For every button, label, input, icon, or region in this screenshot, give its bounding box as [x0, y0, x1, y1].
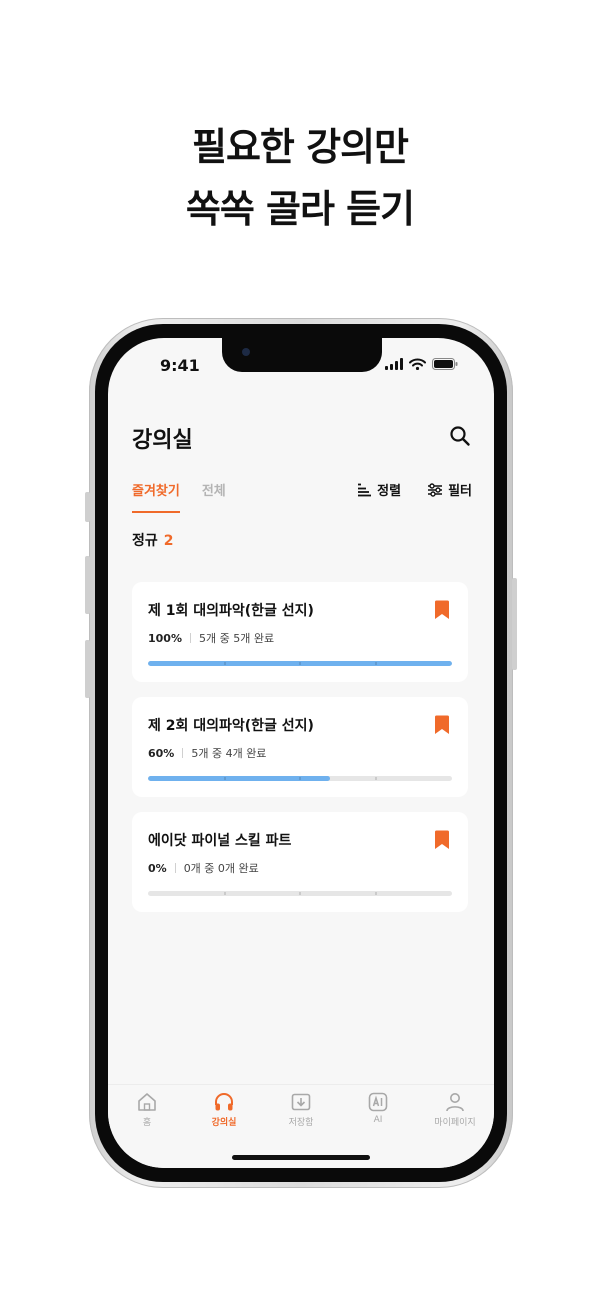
course-percent: 0% — [148, 861, 167, 875]
filter-button[interactable]: 필터 — [427, 480, 472, 499]
wifi-icon — [409, 358, 426, 370]
signal-icon — [385, 358, 403, 370]
progress-tick — [299, 662, 301, 665]
silent-switch — [85, 492, 90, 522]
course-title: 제 1회 대의파악(한글 선지) — [148, 603, 314, 619]
home-indicator — [232, 1155, 370, 1160]
meta-divider — [182, 748, 184, 758]
status-icons — [385, 358, 458, 370]
bookmark-icon[interactable] — [434, 715, 450, 735]
progress-tick — [299, 777, 301, 780]
bookmark-icon[interactable] — [434, 600, 450, 620]
search-icon[interactable] — [448, 424, 472, 448]
status-time: 9:41 — [160, 356, 200, 375]
filter-label: 필터 — [448, 484, 472, 499]
course-progress-track — [148, 776, 452, 781]
person-icon — [446, 1093, 464, 1112]
nav-saved-label: 저장함 — [288, 1118, 314, 1128]
nav-saved[interactable]: 저장함 — [266, 1091, 336, 1128]
promo-headline: 필요한 강의만 쏙쏙 골라 듣기 — [0, 116, 600, 240]
headphones-icon — [215, 1093, 233, 1111]
list-tools: 정렬 필터 — [357, 480, 472, 499]
nav-ai-label: AI — [373, 1115, 383, 1125]
tab-bar: 즐겨찾기 전체 — [132, 480, 226, 513]
sort-icon — [358, 483, 372, 496]
progress-tick — [375, 892, 377, 895]
meta-divider — [174, 863, 176, 873]
power-button — [512, 578, 517, 670]
progress-tick — [299, 892, 301, 895]
nav-home[interactable]: 홈 — [112, 1091, 182, 1128]
course-progress-fill — [148, 776, 331, 781]
course-card[interactable]: 에이닷 파이널 스킬 파트 0% 0개 중 0개 완료 — [132, 812, 468, 912]
headline-line-1: 필요한 강의만 — [192, 125, 409, 169]
course-title: 에이닷 파이널 스킬 파트 — [148, 833, 292, 849]
section-count: 2 — [163, 533, 174, 549]
course-meta: 100% 5개 중 5개 완료 — [148, 630, 274, 646]
progress-tick — [224, 777, 226, 780]
course-meta: 0% 0개 중 0개 완료 — [148, 860, 259, 876]
course-card[interactable]: 제 2회 대의파악(한글 선지) 60% 5개 중 4개 완료 — [132, 697, 468, 797]
course-summary: 5개 중 4개 완료 — [191, 747, 267, 760]
course-percent: 60% — [148, 746, 175, 760]
page-title: 강의실 — [132, 428, 193, 453]
section-header: 정규 2 — [132, 530, 174, 550]
battery-icon — [432, 358, 458, 370]
notch — [222, 338, 382, 372]
bottom-nav: 홈 강의실 저장함 AI 마이페이지 — [108, 1084, 494, 1168]
sort-label: 정렬 — [377, 484, 402, 499]
nav-mypage-label: 마이페이지 — [434, 1118, 476, 1128]
volume-down-button — [85, 640, 90, 698]
section-label: 정규 — [132, 533, 158, 549]
nav-mypage[interactable]: 마이페이지 — [420, 1091, 490, 1128]
nav-classroom-label: 강의실 — [211, 1118, 237, 1128]
camera-icon — [242, 348, 250, 356]
course-progress-track — [148, 891, 452, 896]
course-progress-track — [148, 661, 452, 666]
bookmark-icon[interactable] — [434, 830, 450, 850]
headline-line-2: 쏙쏙 골라 듣기 — [185, 187, 415, 231]
course-title: 제 2회 대의파악(한글 선지) — [148, 718, 314, 734]
download-folder-icon — [291, 1093, 311, 1111]
nav-classroom[interactable]: 강의실 — [189, 1091, 259, 1128]
ai-icon — [368, 1092, 388, 1112]
course-summary: 5개 중 5개 완료 — [198, 632, 275, 645]
home-icon — [138, 1093, 156, 1111]
sort-button[interactable]: 정렬 — [357, 480, 401, 499]
course-summary: 0개 중 0개 완료 — [183, 862, 259, 875]
filter-sliders-icon — [428, 482, 443, 497]
nav-home-label: 홈 — [142, 1118, 152, 1128]
progress-tick — [224, 662, 226, 665]
nav-ai[interactable]: AI — [343, 1091, 413, 1125]
course-percent: 100% — [148, 631, 182, 645]
progress-tick — [224, 892, 226, 895]
meta-divider — [189, 633, 191, 643]
volume-up-button — [85, 556, 90, 614]
progress-tick — [375, 777, 377, 780]
phone-screen: 9:41 강의실 즐겨찾기 전체 정렬 필터 정규 2 제 1회 대의파악(한글… — [108, 338, 494, 1168]
tab-favorites[interactable]: 즐겨찾기 — [132, 480, 180, 513]
progress-tick — [375, 662, 377, 665]
course-meta: 60% 5개 중 4개 완료 — [148, 745, 266, 761]
course-card[interactable]: 제 1회 대의파악(한글 선지) 100% 5개 중 5개 완료 — [132, 582, 468, 682]
tab-all[interactable]: 전체 — [202, 480, 226, 513]
